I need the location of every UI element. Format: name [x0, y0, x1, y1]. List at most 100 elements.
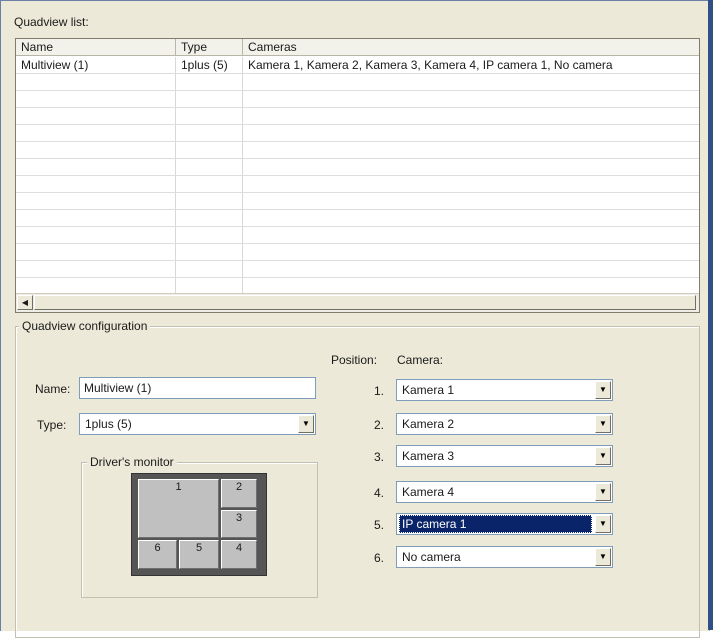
drivers-monitor-title: Driver's monitor — [87, 455, 177, 469]
camera-select-value: Kamera 2 — [402, 417, 455, 431]
empty-cell — [16, 210, 176, 226]
camera-select-4[interactable]: Kamera 4 ▼ — [396, 481, 613, 503]
chevron-down-icon[interactable]: ▼ — [595, 381, 611, 399]
empty-cell — [243, 210, 699, 226]
chevron-down-icon[interactable]: ▼ — [595, 483, 611, 501]
empty-cell — [16, 176, 176, 192]
empty-cell — [16, 159, 176, 175]
empty-row — [16, 261, 699, 278]
empty-cell — [16, 108, 176, 124]
empty-cell — [16, 193, 176, 209]
quadview-list[interactable]: Name Type Cameras Multiview (1) 1plus (5… — [15, 38, 700, 313]
empty-cell — [243, 176, 699, 192]
empty-row — [16, 193, 699, 210]
empty-cell — [176, 159, 243, 175]
position-number: 3. — [374, 450, 385, 464]
chevron-down-icon[interactable]: ▼ — [595, 515, 611, 533]
empty-cell — [243, 278, 699, 294]
type-select-value: 1plus (5) — [85, 417, 132, 431]
empty-cell — [16, 125, 176, 141]
quadview-configuration-title: Quadview configuration — [19, 319, 151, 333]
monitor-cell-5: 5 — [179, 540, 219, 569]
camera-select-3[interactable]: Kamera 3 ▼ — [396, 445, 613, 467]
empty-cell — [243, 91, 699, 107]
empty-cell — [176, 244, 243, 260]
camera-select-value: No camera — [402, 550, 461, 564]
empty-cell — [176, 176, 243, 192]
empty-cell — [176, 210, 243, 226]
type-label: Type: — [37, 418, 67, 432]
empty-cell — [243, 108, 699, 124]
position-header: Position: — [331, 353, 378, 367]
camera-header: Camera: — [397, 353, 444, 367]
monitor-cell-4: 4 — [221, 540, 257, 569]
empty-cell — [176, 142, 243, 158]
monitor-layout-preview: 1 2 3 4 5 6 — [131, 473, 267, 576]
empty-cell — [16, 91, 176, 107]
empty-cell — [243, 74, 699, 90]
quadview-list-label: Quadview list: — [14, 15, 89, 29]
list-header: Name Type Cameras — [16, 39, 699, 57]
column-header-type[interactable]: Type — [176, 39, 243, 56]
empty-cell — [176, 74, 243, 90]
camera-select-value: Kamera 1 — [402, 383, 455, 397]
position-number: 4. — [374, 486, 385, 500]
empty-cell — [176, 193, 243, 209]
empty-cell — [16, 278, 176, 294]
empty-cell — [176, 125, 243, 141]
empty-cell — [176, 91, 243, 107]
empty-row — [16, 227, 699, 244]
chevron-down-icon[interactable]: ▼ — [595, 548, 611, 566]
type-select[interactable]: 1plus (5) ▼ — [79, 413, 316, 435]
empty-cell — [16, 227, 176, 243]
chevron-down-icon[interactable]: ▼ — [298, 415, 314, 433]
camera-select-value: Kamera 3 — [402, 449, 455, 463]
monitor-cell-1: 1 — [138, 479, 219, 538]
empty-row — [16, 244, 699, 261]
camera-select-value: Kamera 4 — [402, 485, 455, 499]
name-field[interactable]: Multiview (1) — [79, 377, 316, 399]
column-header-name[interactable]: Name — [16, 39, 176, 56]
position-number: 6. — [374, 551, 385, 565]
table-row[interactable]: Multiview (1) 1plus (5) Kamera 1, Kamera… — [16, 57, 699, 74]
chevron-down-icon[interactable]: ▼ — [595, 415, 611, 433]
empty-cell — [176, 278, 243, 294]
empty-cell — [243, 159, 699, 175]
position-number: 5. — [374, 518, 385, 532]
empty-cell — [16, 74, 176, 90]
camera-select-5[interactable]: IP camera 1 ▼ — [396, 513, 613, 535]
empty-row — [16, 210, 699, 227]
monitor-cell-3: 3 — [221, 510, 257, 538]
window: Quadview list: Name Type Cameras Multivi… — [0, 0, 710, 638]
monitor-cell-2: 2 — [221, 479, 257, 508]
empty-row — [16, 142, 699, 159]
empty-cell — [243, 125, 699, 141]
empty-cell — [176, 227, 243, 243]
empty-cell — [176, 108, 243, 124]
window-edge — [708, 0, 713, 630]
scroll-left-arrow-icon[interactable]: ◀ — [17, 295, 33, 310]
column-header-cameras[interactable]: Cameras — [243, 39, 699, 56]
row-type-cell: 1plus (5) — [176, 57, 243, 73]
chevron-down-icon[interactable]: ▼ — [595, 447, 611, 465]
empty-row — [16, 159, 699, 176]
empty-row — [16, 74, 699, 91]
monitor-cell-6: 6 — [138, 540, 177, 569]
empty-cell — [243, 261, 699, 277]
empty-cell — [16, 261, 176, 277]
position-number: 1. — [374, 384, 385, 398]
empty-row — [16, 176, 699, 193]
scroll-thumb[interactable] — [34, 295, 696, 310]
camera-select-2[interactable]: Kamera 2 ▼ — [396, 413, 613, 435]
camera-select-6[interactable]: No camera ▼ — [396, 546, 613, 568]
empty-cell — [243, 244, 699, 260]
row-cameras-cell: Kamera 1, Kamera 2, Kamera 3, Kamera 4, … — [248, 58, 613, 72]
empty-row — [16, 108, 699, 125]
row-name-cell: Multiview (1) — [16, 57, 176, 73]
empty-row — [16, 125, 699, 142]
horizontal-scrollbar[interactable]: ◀ — [16, 293, 699, 312]
position-number: 2. — [374, 418, 385, 432]
camera-select-1[interactable]: Kamera 1 ▼ — [396, 379, 613, 401]
empty-cell — [16, 244, 176, 260]
camera-select-value: IP camera 1 — [399, 515, 592, 533]
